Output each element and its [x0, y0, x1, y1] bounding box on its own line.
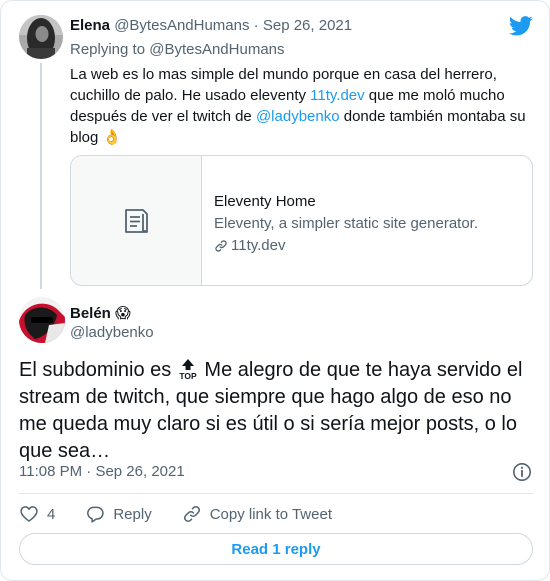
- info-icon[interactable]: [512, 462, 532, 482]
- parent-author-name[interactable]: Elena: [70, 17, 110, 34]
- replying-handle[interactable]: @BytesAndHumans: [149, 41, 284, 58]
- scream-emoji: 😱: [115, 305, 131, 322]
- replying-prefix: Replying to: [70, 41, 150, 58]
- copy-link-button[interactable]: Copy link to Tweet: [182, 504, 332, 524]
- separator-dot: ·: [82, 463, 96, 480]
- parent-tweet-header: Elena @BytesAndHumans · Sep 26, 2021: [70, 17, 352, 34]
- reply-button[interactable]: Reply: [85, 504, 152, 524]
- like-button[interactable]: 4: [19, 504, 55, 524]
- mention-link[interactable]: @ladybenko: [256, 108, 340, 125]
- tweet-time: 11:08 PM: [19, 463, 83, 480]
- main-author-name[interactable]: Belén: [70, 305, 111, 322]
- parent-tweet-date[interactable]: Sep 26, 2021: [263, 17, 352, 34]
- reply-label: Reply: [113, 505, 152, 523]
- link-card-text: Eleventy Home Eleventy, a simpler static…: [214, 191, 478, 257]
- document-icon: [125, 208, 148, 233]
- replying-to: Replying to @BytesAndHumans: [70, 41, 285, 58]
- tweet-embed-card: Elena @BytesAndHumans · Sep 26, 2021 Rep…: [0, 0, 550, 581]
- heart-icon: [20, 506, 38, 522]
- link-description: Eleventy, a simpler static site generato…: [214, 215, 479, 232]
- inline-link[interactable]: 11ty.dev: [310, 87, 364, 104]
- link-title: Eleventy Home: [214, 193, 316, 210]
- main-tweet-text: El subdominio es TOP Me alegro de que te…: [19, 357, 534, 465]
- link-domain: 11ty.dev: [231, 237, 286, 254]
- link-icon: [183, 506, 200, 522]
- copy-link-label: Copy link to Tweet: [209, 505, 332, 523]
- tweet-timestamp[interactable]: 11:08 PM · Sep 26, 2021: [19, 463, 185, 480]
- parent-tweet-text: La web es lo mas simple del mundo porque…: [70, 64, 532, 148]
- like-count: 4: [47, 505, 56, 523]
- reply-bubble-icon: [87, 506, 105, 523]
- tweet-actions: 4 Reply Copy link to Tweet: [19, 503, 362, 525]
- elena-avatar[interactable]: [19, 15, 63, 59]
- twitter-bird-icon[interactable]: [509, 16, 533, 36]
- tweet-date: Sep 26, 2021: [95, 463, 185, 480]
- link-preview-card[interactable]: Eleventy Home Eleventy, a simpler static…: [70, 155, 533, 286]
- main-author-name-row: Belén 😱: [70, 304, 131, 322]
- link-domain-row: 11ty.dev: [214, 235, 478, 257]
- svg-text:TOP: TOP: [179, 371, 197, 380]
- parent-author-handle[interactable]: @BytesAndHumans: [114, 17, 249, 34]
- separator-dot: ·: [249, 17, 263, 34]
- link-icon: [215, 240, 227, 252]
- ok-hand-emoji: 👌: [102, 129, 122, 146]
- main-author-handle[interactable]: @ladybenko: [70, 324, 154, 341]
- main-text-part: El subdominio es: [19, 359, 177, 381]
- link-thumbnail: [71, 156, 202, 285]
- belen-avatar[interactable]: [19, 297, 65, 343]
- divider: [19, 493, 533, 494]
- top-arrow-emoji: TOP: [179, 359, 197, 380]
- read-replies-button[interactable]: Read 1 reply: [19, 533, 533, 565]
- thread-connector-line: [40, 63, 42, 289]
